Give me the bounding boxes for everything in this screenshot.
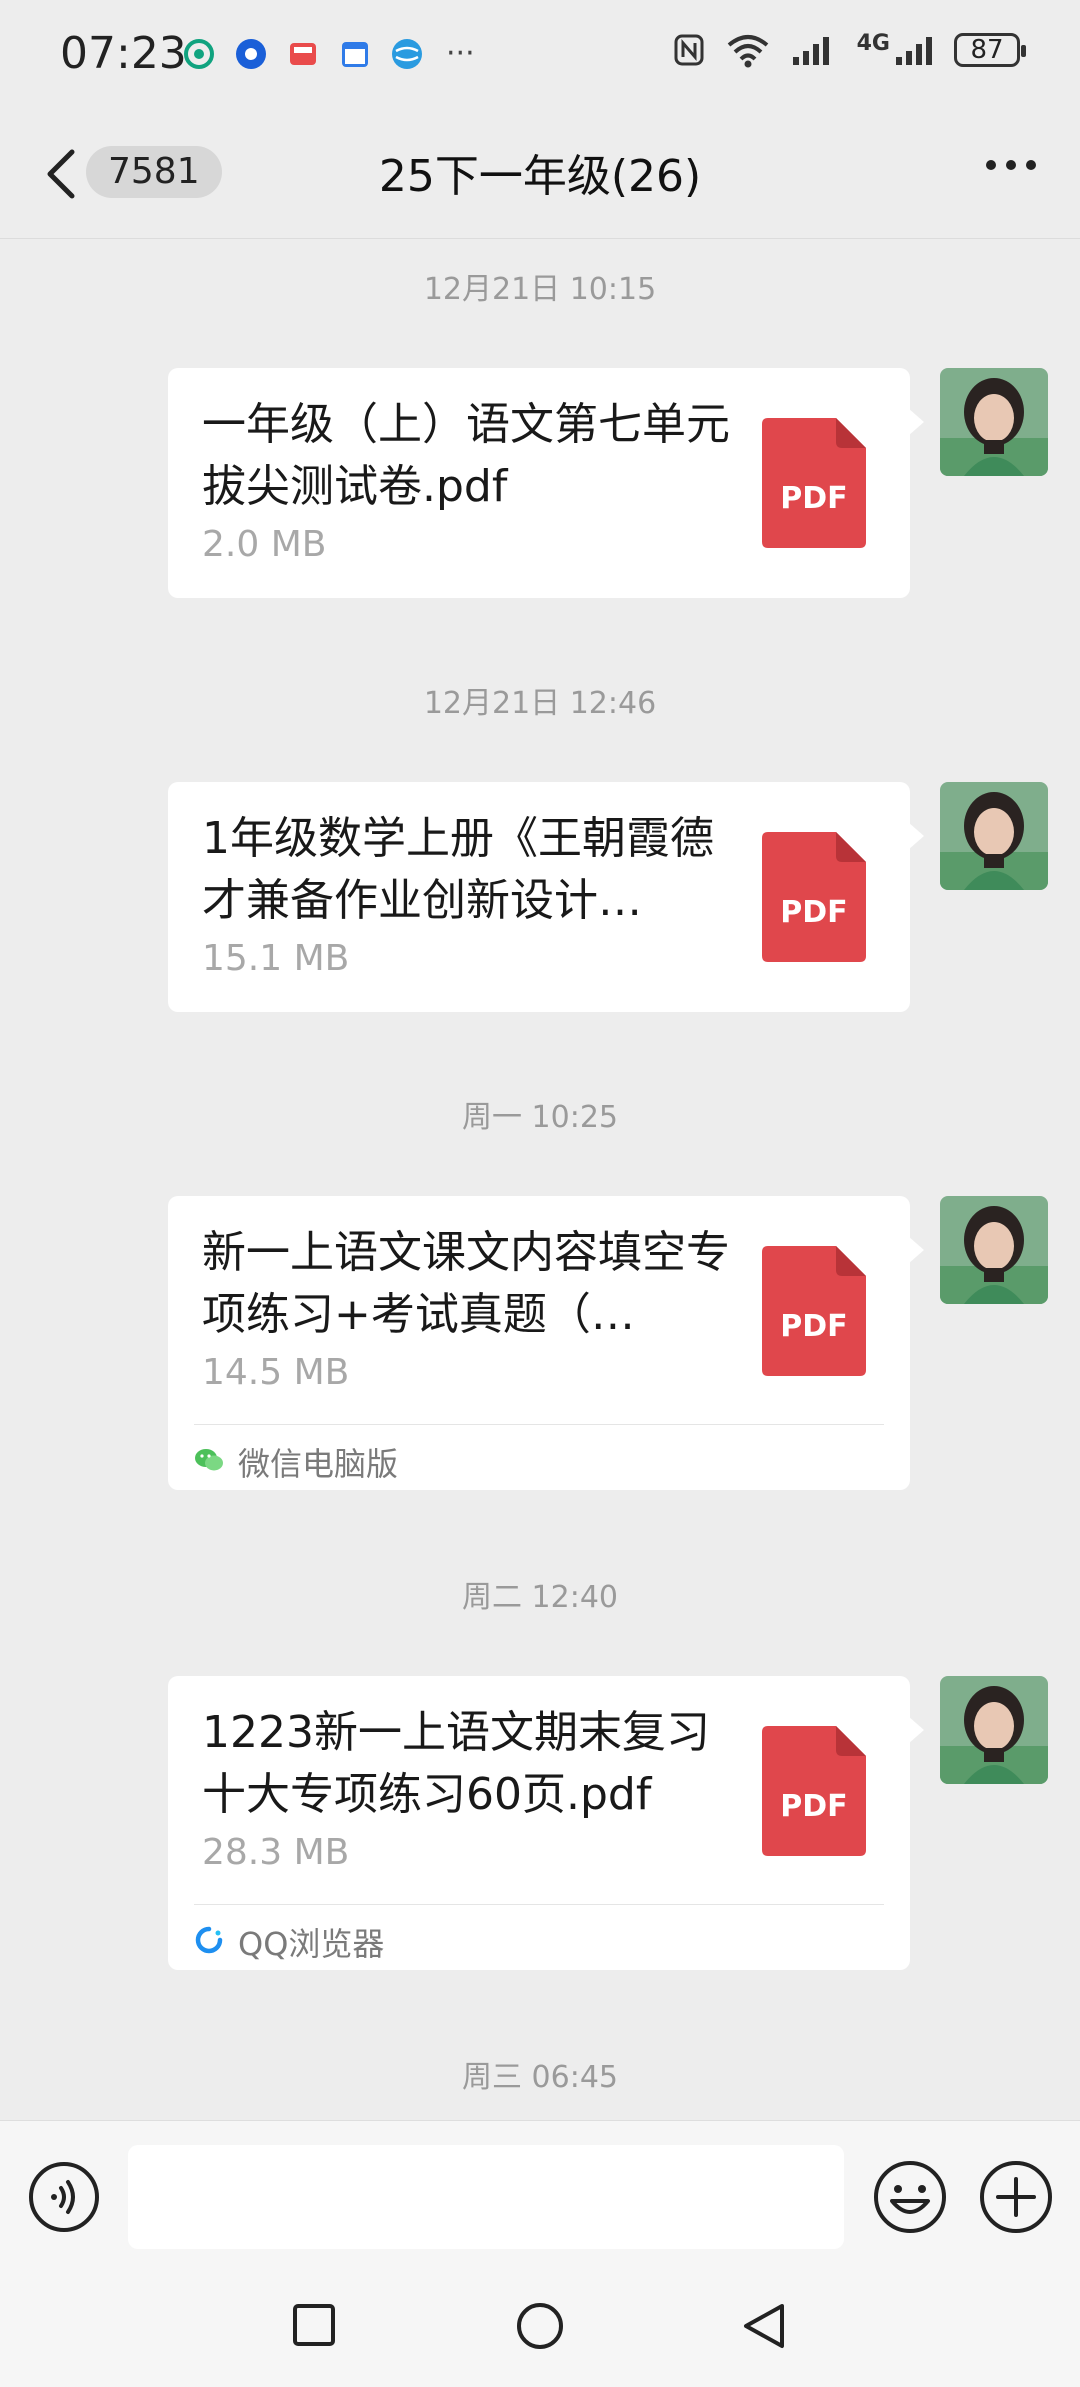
sender-avatar[interactable]: [940, 1676, 1048, 1784]
file-source: 微信电脑版: [194, 1424, 884, 1493]
system-navigation-bar: [0, 2275, 1080, 2387]
calendar-icon: [338, 37, 372, 71]
pdf-label: PDF: [780, 895, 847, 930]
avatar-photo: [940, 1676, 1048, 1784]
file-size: 14.5 MB: [202, 1352, 350, 1393]
status-right: 4G 87: [673, 30, 1026, 68]
avatar-photo: [940, 368, 1048, 476]
message-timestamp: 周三 06:45: [462, 2060, 618, 2095]
recent-apps-icon[interactable]: [292, 2303, 336, 2347]
sender-avatar[interactable]: [940, 782, 1048, 890]
voice-input-button[interactable]: [28, 2161, 100, 2233]
file-message[interactable]: 1年级数学上册《王朝霞德才兼备作业创新设计… 15.1 MB PDF: [168, 782, 910, 1012]
globe-icon: [390, 37, 424, 71]
chat-header: 7581 25下一年级(26): [0, 110, 1080, 239]
message-timestamp: 周一 10:25: [462, 1100, 618, 1135]
dot-icon: [1006, 160, 1016, 170]
chat-title: 25下一年级(26): [378, 151, 702, 202]
message-timestamp: 周二 12:40: [462, 1580, 618, 1615]
battery-icon: 87: [954, 33, 1026, 67]
back-triangle-icon[interactable]: [740, 2301, 788, 2351]
message-timestamp: 12月21日 10:15: [423, 272, 657, 307]
home-icon[interactable]: [515, 2301, 565, 2351]
file-message[interactable]: 一年级（上）语文第七单元拔尖测试卷.pdf 2.0 MB PDF: [168, 368, 910, 598]
file-message[interactable]: 新一上语文课文内容填空专项练习+考试真题（… 14.5 MB PDF 微信电脑版: [168, 1196, 910, 1490]
sender-avatar[interactable]: [940, 1196, 1048, 1304]
qq-browser-icon: [195, 1926, 223, 1954]
source-label: QQ浏览器: [238, 1925, 385, 1963]
pdf-file-icon: PDF: [762, 1726, 866, 1856]
message-timestamp: 12月21日 12:46: [423, 686, 657, 721]
bubble-tail: [908, 408, 924, 436]
file-size: 2.0 MB: [202, 524, 327, 565]
nfc-icon: [674, 34, 704, 66]
chat-input-bar: [0, 2120, 1080, 2276]
file-title: 1223新一上语文期末复习十大专项练习60页.pdf: [202, 1707, 710, 1820]
signal-icon: [792, 37, 829, 65]
avatar-photo: [940, 1196, 1048, 1304]
chatgpt-icon: [182, 37, 216, 71]
bubble-tail: [908, 1716, 924, 1744]
battery-level: 87: [970, 35, 1004, 65]
file-source: QQ浏览器: [194, 1904, 884, 1973]
signal-icon-2: [896, 37, 932, 65]
wifi-icon: [727, 35, 768, 68]
pdf-label: PDF: [780, 1789, 847, 1824]
bubble-tail: [908, 822, 924, 850]
sender-avatar[interactable]: [940, 368, 1048, 476]
more-options-button[interactable]: [986, 160, 1036, 170]
message-input[interactable]: [128, 2145, 844, 2249]
file-message[interactable]: 1223新一上语文期末复习十大专项练习60页.pdf 28.3 MB PDF Q…: [168, 1676, 910, 1970]
bubble-tail: [908, 1236, 924, 1264]
file-size: 15.1 MB: [202, 938, 350, 979]
emoji-button[interactable]: [872, 2159, 948, 2235]
wechat-pc-icon: [195, 1449, 223, 1471]
source-label: 微信电脑版: [238, 1445, 399, 1483]
file-size: 28.3 MB: [202, 1832, 350, 1873]
pdf-file-icon: PDF: [762, 832, 866, 962]
browser-dot-icon: [234, 37, 268, 71]
dot-icon: [986, 160, 996, 170]
file-title: 一年级（上）语文第七单元拔尖测试卷.pdf: [202, 399, 730, 512]
network-type: 4G: [856, 30, 890, 56]
file-title: 新一上语文课文内容填空专项练习+考试真题（…: [202, 1227, 730, 1340]
dot-icon: [1026, 160, 1036, 170]
status-time: 07:23: [60, 28, 187, 79]
avatar-photo: [940, 782, 1048, 890]
pdf-file-icon: PDF: [762, 1246, 866, 1376]
pdf-label: PDF: [780, 1309, 847, 1344]
notification-icons: ···: [182, 36, 475, 71]
more-notifications: ···: [446, 36, 475, 71]
pdf-file-icon: PDF: [762, 418, 866, 548]
file-title: 1年级数学上册《王朝霞德才兼备作业创新设计…: [202, 813, 714, 926]
status-bar: 07:23 ··· 4G 87: [0, 0, 1080, 110]
pdf-label: PDF: [780, 481, 847, 516]
mail-icon: [286, 37, 320, 71]
add-more-button[interactable]: [978, 2159, 1054, 2235]
